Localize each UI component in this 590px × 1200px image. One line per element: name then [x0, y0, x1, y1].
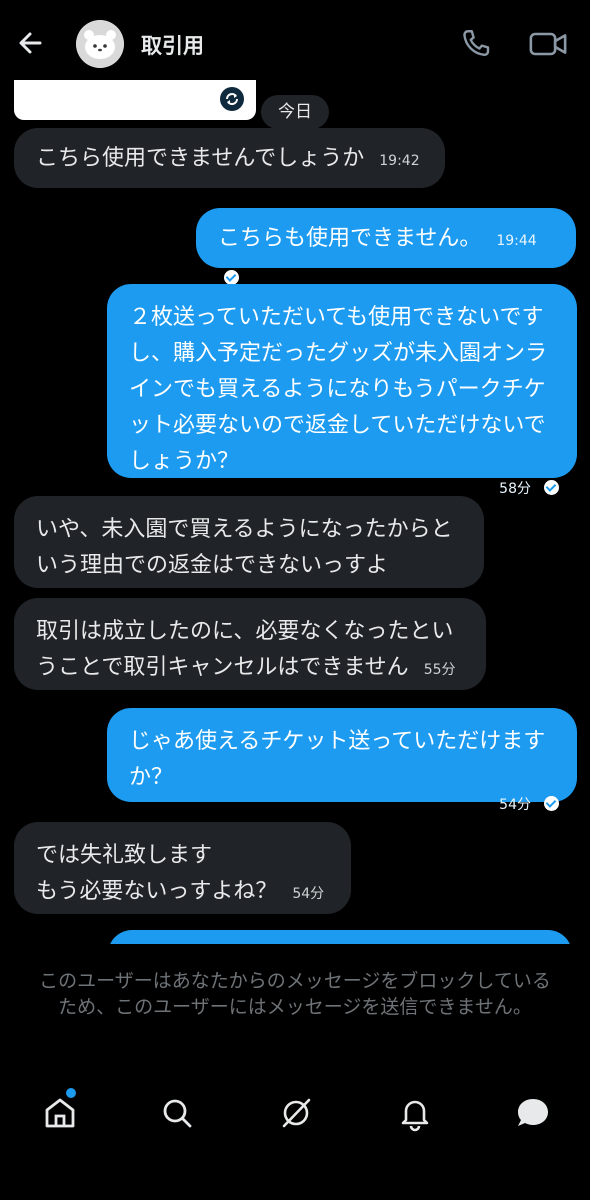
incoming-message[interactable]: こちら使用できませんでしょうか 19:42 — [14, 128, 445, 188]
date-separator: 今日 — [261, 95, 329, 129]
back-arrow-icon[interactable] — [14, 26, 48, 60]
message-text: こちら使用できませんでしょうか — [36, 146, 365, 171]
incoming-message[interactable]: では失礼致します もう必要ないっすよね？ 54分 — [14, 822, 351, 914]
message-time: 54分 — [292, 886, 325, 902]
message-text: いや、未入園で買えるようになったからと いう理由での返金はできないっすよ — [36, 517, 453, 578]
grok-icon[interactable] — [276, 1093, 316, 1133]
message-text: ２枚送っていただいても使用できないです し、購入予定だったグッズが未入園オンラ … — [129, 305, 548, 474]
search-icon[interactable] — [157, 1093, 197, 1133]
incoming-message[interactable]: 取引は成立したのに、必要なくなったとい うことで取引キャンセルはできません 55… — [14, 598, 486, 690]
message-text: 取引は成立したのに、必要なくなったとい うことで取引キャンセルはできません — [36, 619, 454, 680]
read-receipt-icon — [224, 270, 239, 285]
refresh-icon[interactable] — [220, 87, 244, 111]
home-icon[interactable] — [40, 1093, 80, 1133]
notification-dot — [66, 1088, 76, 1098]
messages-icon[interactable] — [513, 1093, 553, 1133]
incoming-message[interactable]: いや、未入園で買えるようになったからと いう理由での返金はできないっすよ — [14, 496, 484, 588]
read-receipt-icon — [544, 796, 559, 811]
outgoing-message[interactable]: ２枚送っていただいても使用できないです し、購入予定だったグッズが未入園オンラ … — [107, 284, 577, 497]
message-time: 19:42 — [379, 153, 420, 169]
chat-header: 取引用 — [0, 0, 590, 80]
message-text: こちらも使用できません。 — [218, 226, 482, 251]
video-call-icon[interactable] — [528, 26, 568, 62]
chat-title[interactable]: 取引用 — [141, 30, 204, 60]
avatar[interactable] — [76, 20, 124, 68]
message-time: 19:44 — [496, 233, 537, 249]
message-text: では失礼致します もう必要ないっすよね？ — [36, 843, 278, 904]
message-text: じゃあ使えるチケット送っていただけます か？ — [129, 729, 546, 790]
outgoing-message[interactable]: こちらも使用できません。 19:44 — [196, 208, 576, 285]
outgoing-message[interactable]: じゃあ使えるチケット送っていただけます か？ 54分 — [107, 708, 577, 813]
blocked-notice-area: このユーザーはあなたからのメッセージをブロックしているため、このユーザーにはメッ… — [0, 944, 590, 1064]
message-time: 55分 — [423, 662, 456, 678]
message-time: 54分 — [499, 797, 531, 813]
notifications-icon[interactable] — [395, 1093, 435, 1133]
read-receipt-icon — [544, 480, 559, 495]
blocked-notice: このユーザーはあなたからのメッセージをブロックしているため、このユーザーにはメッ… — [39, 970, 551, 1018]
message-time: 58分 — [499, 481, 531, 497]
phone-icon[interactable] — [458, 26, 494, 62]
